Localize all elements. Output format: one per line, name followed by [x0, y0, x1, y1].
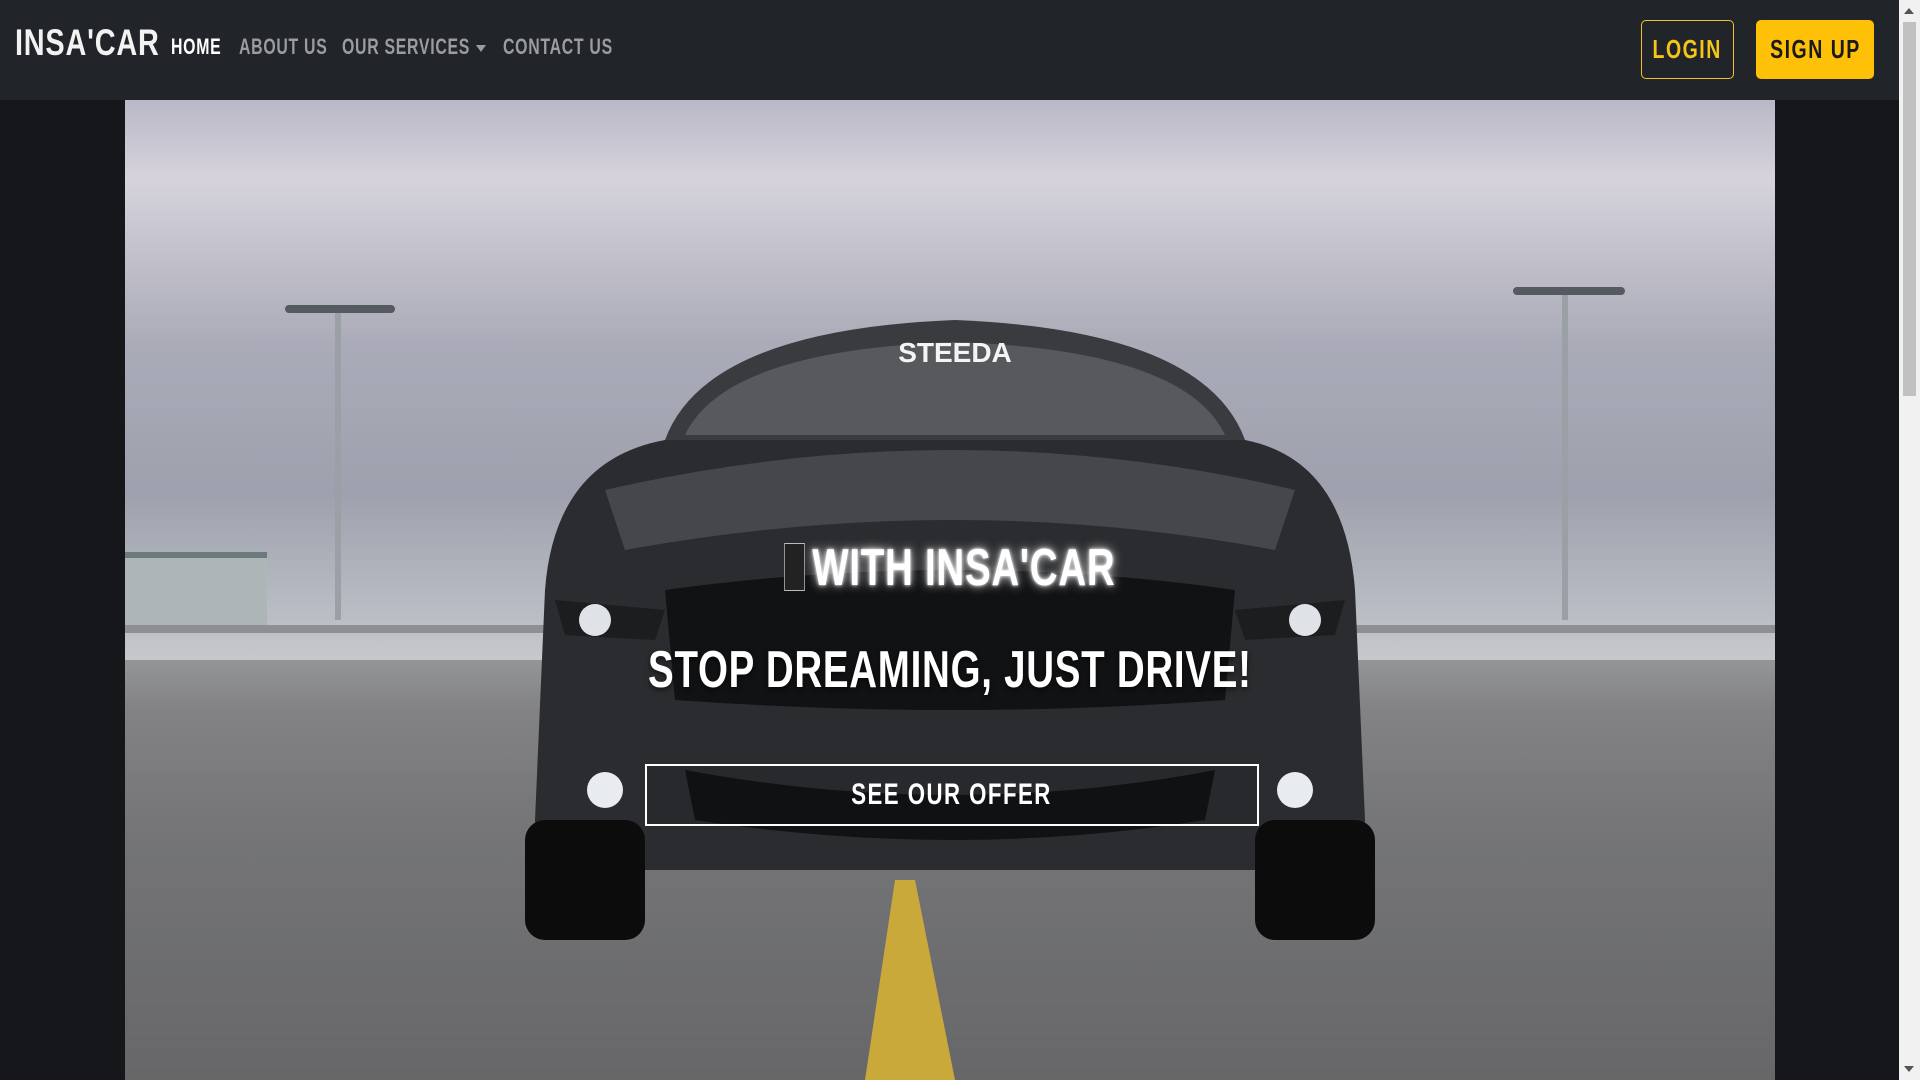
top-navbar: INSA'CAR HOME ABOUT US OUR SERVICES CONT… [0, 0, 1899, 100]
nav-our-services-label: OUR SERVICES [342, 34, 471, 59]
car-front-illustration: STEEDA [525, 320, 1375, 940]
hero-headline: STOP DREAMING, JUST DRIVE! [125, 640, 1775, 700]
nav-home-link[interactable]: HOME [171, 34, 221, 60]
login-button-label: LOGIN [1652, 34, 1723, 64]
car-emblem-icon [784, 543, 806, 592]
hero-tagline-with-brand: WITH INSA'CAR [125, 538, 1775, 598]
scroll-thumb[interactable] [1903, 22, 1916, 396]
login-button[interactable]: LOGIN [1641, 20, 1734, 79]
caret-down-icon [475, 44, 486, 52]
see-our-offer-button[interactable]: SEE OUR OFFER [645, 764, 1259, 826]
hero-line1-text: WITH INSA'CAR [812, 539, 1116, 597]
windshield-banner: STEEDA [898, 337, 1012, 368]
signup-button[interactable]: SIGN UP [1756, 20, 1874, 79]
nav-our-services-dropdown[interactable]: OUR SERVICES [342, 34, 486, 60]
brand-logo[interactable]: INSA'CAR [15, 22, 160, 64]
nav-about-us-link[interactable]: ABOUT US [239, 34, 327, 60]
signup-button-label: SIGN UP [1769, 34, 1861, 64]
page-scrollbar[interactable] [1899, 0, 1920, 1080]
hero-banner: STEEDA WITH INSA'CAR STOP DREAMING, JUST… [125, 100, 1775, 1080]
see-our-offer-label: SEE OUR OFFER [851, 778, 1053, 811]
scroll-down-arrow-icon[interactable] [1904, 1066, 1914, 1072]
scroll-up-arrow-icon[interactable] [1904, 8, 1914, 14]
nav-contact-us-link[interactable]: CONTACT US [503, 34, 613, 60]
hero-line2-text: STOP DREAMING, JUST DRIVE! [648, 641, 1252, 699]
